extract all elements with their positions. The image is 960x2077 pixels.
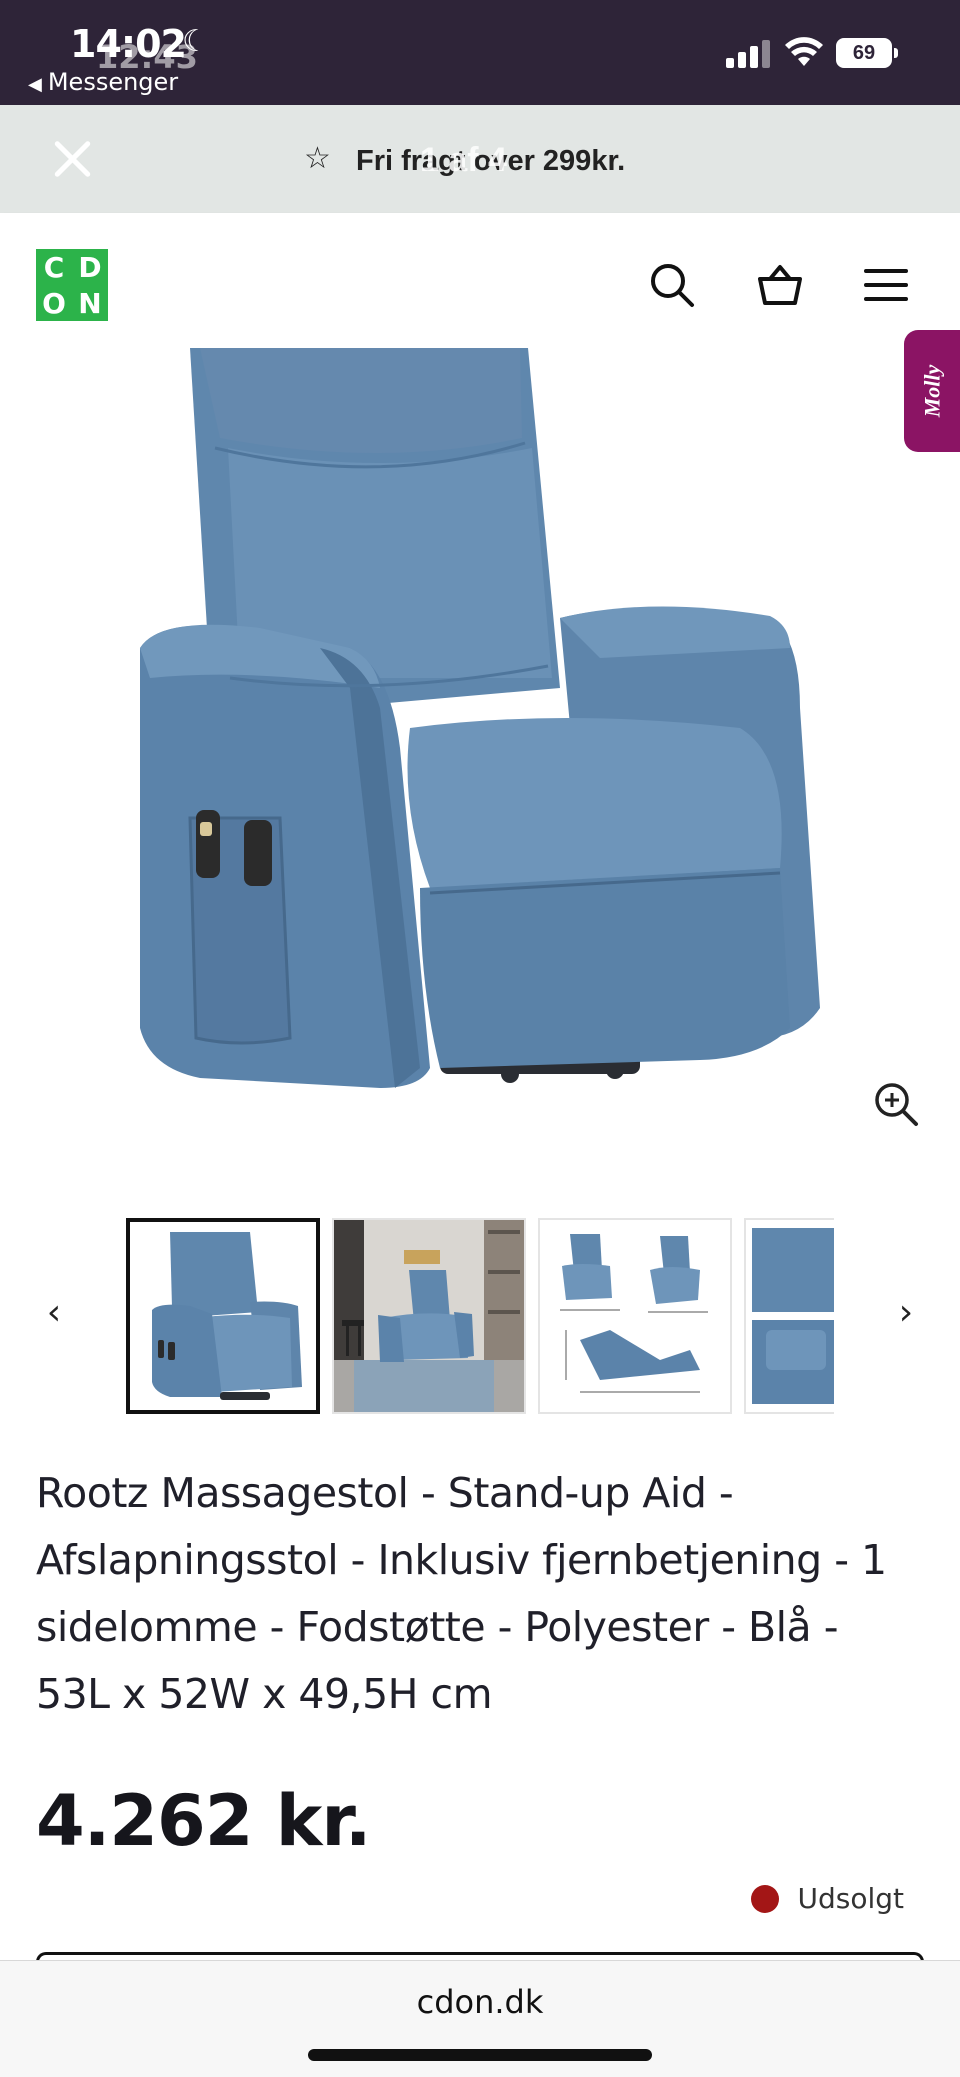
product-price: 4.262 kr. <box>36 1780 371 1862</box>
battery-icon: 69 <box>836 38 898 68</box>
star-icon: ☆ <box>304 142 331 175</box>
search-icon[interactable] <box>644 257 700 313</box>
url-text: cdon.dk <box>416 1983 544 2021</box>
thumbnail-chair-dimensions[interactable] <box>538 1218 732 1414</box>
chevron-left-icon[interactable]: ‹ <box>34 1292 74 1342</box>
site-header: C D O N <box>0 213 960 348</box>
browser-address-bar[interactable]: cdon.dk <box>0 1960 960 2077</box>
thumbnail-strip <box>126 1218 834 1416</box>
zoom-in-icon[interactable] <box>872 1080 920 1128</box>
promo-banner: ☆ Fri fragt over 299kr. 1 af 4 <box>0 105 960 213</box>
thumbnail-chair-front[interactable] <box>126 1218 320 1414</box>
menu-icon[interactable] <box>858 257 914 313</box>
molly-label: Molly <box>919 364 944 418</box>
product-title: Rootz Massagestol - Stand-up Aid - Afsla… <box>36 1469 887 1718</box>
status-time: 14:02 <box>70 22 187 66</box>
chevron-right-icon[interactable]: › <box>886 1292 926 1342</box>
close-icon[interactable] <box>44 131 100 187</box>
logo-letter: C <box>43 250 65 284</box>
logo-letter: N <box>78 286 102 320</box>
back-to-app-link[interactable]: ◀ Messenger <box>28 68 178 96</box>
status-bar: 12:43 14:02 ☾ ◀ Messenger 69 <box>0 0 960 105</box>
basket-icon[interactable] <box>752 257 808 313</box>
cdon-logo[interactable]: C D O N <box>36 249 108 321</box>
logo-letter: O <box>42 286 66 320</box>
thumbnail-chair-room[interactable] <box>332 1218 526 1414</box>
armchair-illustration <box>140 348 820 1088</box>
home-indicator[interactable] <box>308 2049 652 2061</box>
back-app-label: Messenger <box>47 68 179 96</box>
logo-letter: D <box>78 250 102 284</box>
cellular-signal-icon <box>726 40 770 68</box>
molly-chat-tab[interactable]: Molly <box>904 330 960 452</box>
promo-counter: 1 af 4 <box>420 141 507 179</box>
thumbnail-chair-details[interactable] <box>744 1218 834 1414</box>
thumbnail-carousel: ‹ › <box>0 1200 960 1430</box>
sold-out-dot-icon <box>751 1884 780 1913</box>
back-arrow-icon: ◀ <box>28 74 42 95</box>
availability-status: Udsolgt <box>751 1882 904 1915</box>
availability-label: Udsolgt <box>797 1882 904 1915</box>
moon-icon: ☾ <box>182 25 209 58</box>
product-image[interactable] <box>0 348 960 1160</box>
wifi-icon <box>785 37 823 66</box>
